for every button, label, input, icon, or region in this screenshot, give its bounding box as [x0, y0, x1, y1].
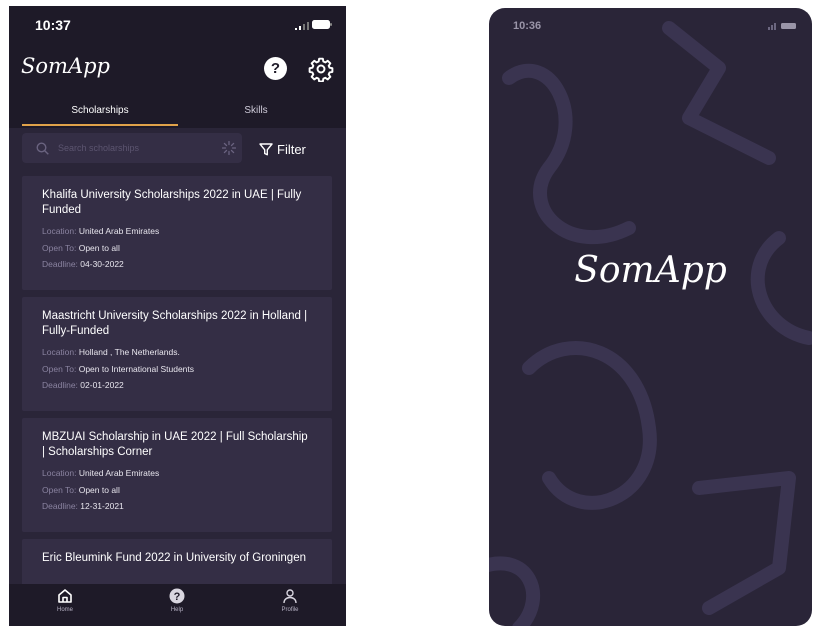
background-decoration	[489, 21, 812, 626]
app-logo: SomApp	[21, 54, 110, 78]
location-label: Location:	[42, 347, 77, 357]
deadline-value: 12-31-2021	[80, 501, 124, 511]
deadline-value: 02-01-2022	[80, 380, 124, 390]
location-label: Location:	[42, 468, 77, 478]
loading-spinner-icon	[222, 141, 236, 155]
open-to-label: Open To:	[42, 242, 77, 253]
open-to-label: Open To:	[42, 363, 77, 374]
tab-skills-label: Skills	[244, 104, 268, 116]
search-box[interactable]	[22, 133, 242, 163]
tab-scholarships[interactable]: Scholarships	[22, 92, 178, 128]
splash-logo: SomApp	[574, 250, 727, 291]
splash-screen: 10:36 SomApp	[489, 8, 812, 626]
tab-bar: Scholarships Skills	[9, 92, 346, 128]
open-to-row: Open To: Open to all	[42, 243, 312, 254]
location-row: Location: United Arab Emirates	[42, 226, 312, 237]
gear-icon[interactable]	[308, 56, 334, 82]
status-time: 10:37	[35, 17, 71, 33]
deadline-label: Deadline:	[42, 380, 78, 390]
battery-icon	[312, 20, 332, 29]
location-value: United Arab Emirates	[78, 468, 160, 478]
profile-icon	[283, 589, 297, 604]
nav-profile[interactable]: Profile	[265, 588, 315, 613]
filter-button[interactable]: Filter	[259, 139, 306, 159]
location-row: Location: United Arab Emirates	[42, 468, 312, 479]
deadline-row: Deadline: 02-01-2022	[42, 380, 312, 391]
open-to-value: Open to International Students	[78, 363, 195, 374]
deadline-row: Deadline: 12-31-2021	[42, 501, 312, 512]
help-icon: ?	[169, 588, 185, 604]
open-to-value: Open to all	[78, 484, 120, 495]
scholarship-title: Eric Bleumink Fund 2022 in University of…	[42, 552, 306, 564]
help-button[interactable]: ?	[264, 57, 287, 80]
scholarship-card[interactable]: Maastricht University Scholarships 2022 …	[22, 297, 332, 411]
deadline-row: Deadline: 04-30-2022	[42, 259, 312, 270]
tab-scholarships-label: Scholarships	[71, 104, 129, 116]
nav-help-label: Help	[170, 607, 184, 613]
help-icon: ?	[270, 60, 281, 77]
tab-skills[interactable]: Skills	[178, 92, 334, 128]
nav-home[interactable]: Home	[40, 588, 90, 613]
scholarship-title: Maastricht University Scholarships 2022 …	[42, 310, 308, 337]
scholarship-card[interactable]: Khalifa University Scholarships 2022 in …	[22, 176, 332, 290]
deadline-label: Deadline:	[42, 501, 78, 511]
nav-help[interactable]: ? Help	[152, 588, 202, 613]
open-to-row: Open To: Open to International Students	[42, 364, 312, 375]
signal-icon	[295, 22, 309, 30]
search-input[interactable]	[58, 133, 198, 163]
deadline-value: 04-30-2022	[80, 259, 124, 269]
location-value: Holland , The Netherlands.	[78, 347, 180, 357]
active-tab-indicator	[22, 124, 178, 126]
nav-home-label: Home	[56, 607, 73, 613]
status-icons	[768, 23, 796, 30]
status-time: 10:36	[513, 20, 542, 32]
search-icon	[36, 142, 49, 155]
scholarship-card[interactable]: MBZUAI Scholarship in UAE 2022 | Full Sc…	[22, 418, 332, 532]
home-icon	[58, 589, 72, 603]
location-label: Location:	[42, 226, 77, 236]
status-bar: 10:37	[9, 6, 346, 42]
svg-text:?: ?	[174, 591, 181, 603]
filter-label: Filter	[277, 141, 306, 157]
scholarship-title: Khalifa University Scholarships 2022 in …	[42, 189, 302, 216]
scholarship-title: MBZUAI Scholarship in UAE 2022 | Full Sc…	[42, 431, 308, 458]
location-row: Location: Holland , The Netherlands.	[42, 347, 312, 358]
filter-icon	[259, 142, 273, 155]
location-value: United Arab Emirates	[78, 226, 160, 236]
open-to-row: Open To: Open to all	[42, 485, 312, 496]
app-header: SomApp ?	[9, 42, 346, 92]
deadline-label: Deadline:	[42, 259, 78, 269]
open-to-value: Open to all	[78, 242, 120, 253]
scholarships-screen: 10:37 SomApp ? Scholarships Skills Searc…	[9, 6, 346, 626]
nav-profile-label: Profile	[281, 607, 299, 613]
bottom-nav: Home ? Help Profile	[9, 584, 346, 626]
open-to-label: Open To:	[42, 484, 77, 495]
